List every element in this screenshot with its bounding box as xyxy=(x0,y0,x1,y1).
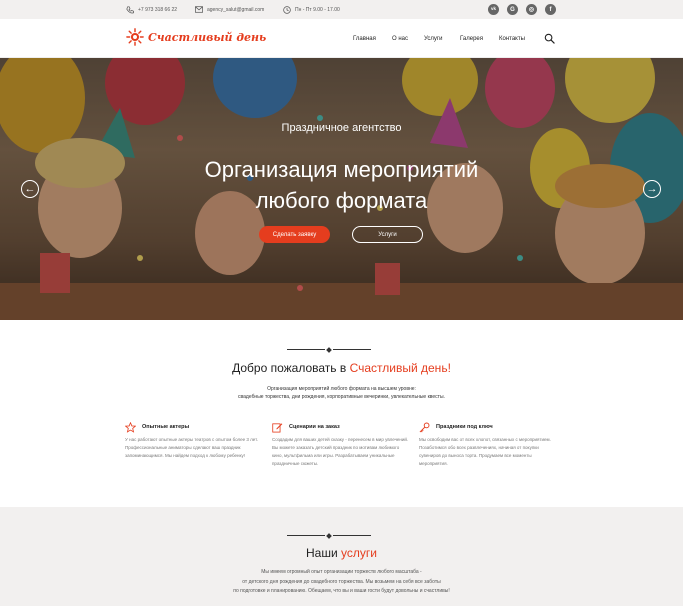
welcome-description: Организация мероприятий любого формата н… xyxy=(0,385,683,401)
hero-title-line-1: Организация мероприятий xyxy=(204,157,479,182)
section-divider xyxy=(287,346,371,353)
prev-slide-arrow-icon[interactable]: ← xyxy=(21,180,39,198)
feature-text: Мы освободим вас от всех хлопот, связанн… xyxy=(419,437,551,466)
nav-services[interactable]: Услуги xyxy=(424,19,442,58)
email-contact[interactable]: agency_salut@gmail.com xyxy=(195,0,264,19)
services-desc-line-3: по подготовке и планированию. Обещаем, ч… xyxy=(233,588,450,594)
services-button[interactable]: Услуги xyxy=(352,226,423,243)
vk-icon[interactable]: vk xyxy=(488,4,499,15)
sun-logo-icon xyxy=(126,28,144,46)
hero-subtitle: Праздничное агентство xyxy=(281,122,402,134)
services-section: Наши услуги Мы имеем огромный опыт орган… xyxy=(0,507,683,606)
section-divider xyxy=(287,532,371,539)
site-header: Счастливый день Главная О нас Услуги Гал… xyxy=(0,19,683,58)
edit-icon xyxy=(272,422,283,432)
google-plus-icon[interactable]: G xyxy=(507,4,518,15)
nav-about[interactable]: О нас xyxy=(392,19,408,58)
welcome-desc-line-1: Организация мероприятий любого формата н… xyxy=(267,386,416,392)
order-button[interactable]: Сделать заявку xyxy=(259,226,330,243)
phone-icon xyxy=(126,5,134,13)
feature-title: Сценарии на заказ xyxy=(289,424,340,430)
welcome-title: Добро пожаловать в Счастливый день! xyxy=(0,361,683,375)
feature-title: Праздники под ключ xyxy=(436,424,493,430)
feature-text: У нас работают опытные актеры театров с … xyxy=(125,437,258,458)
services-title: Наши услуги xyxy=(0,546,683,560)
welcome-desc-line-2: свадебные торжества, дни рождения, корпо… xyxy=(238,394,445,400)
instagram-icon[interactable]: ◎ xyxy=(526,4,537,15)
working-hours: Пн - Пт 9.00 - 17.00 xyxy=(283,0,340,19)
services-title-prefix: Наши xyxy=(306,546,342,560)
nav-gallery[interactable]: Галерея xyxy=(460,19,483,58)
search-icon[interactable] xyxy=(544,33,555,44)
phone-number: +7 973 318 66 22 xyxy=(138,6,178,13)
services-desc-line-2: от детского дня рождения до свадебного т… xyxy=(242,578,441,585)
logo[interactable]: Счастливый день xyxy=(126,28,266,46)
email-address: agency_salut@gmail.com xyxy=(207,6,265,13)
feature-actors: Опытные актеры У нас работают опытные ак… xyxy=(125,420,263,460)
hero-slider: Праздничное агентство Организация меропр… xyxy=(0,58,683,320)
services-desc-line-1: Мы имеем огромный опыт организации торже… xyxy=(261,569,422,575)
welcome-title-accent: Счастливый день! xyxy=(349,361,451,375)
nav-contacts[interactable]: Контакты xyxy=(499,19,525,58)
top-bar: +7 973 318 66 22 agency_salut@gmail.com … xyxy=(0,0,683,19)
services-title-accent: услуги xyxy=(341,546,377,560)
mail-icon xyxy=(195,6,203,13)
feature-scenarios: Сценарии на заказ Создадим для ваших дет… xyxy=(272,420,410,468)
hero-title: Организация мероприятий любого формата xyxy=(0,154,683,216)
phone-contact[interactable]: +7 973 318 66 22 xyxy=(126,0,177,19)
clock-icon xyxy=(283,5,291,14)
feature-turnkey: Праздники под ключ Мы освободим вас от в… xyxy=(419,420,557,468)
services-description: Мы имеем огромный опыт организации торже… xyxy=(0,568,683,597)
facebook-icon[interactable]: f xyxy=(545,4,556,15)
key-icon xyxy=(419,422,430,432)
hero-title-line-2: любого формата xyxy=(255,188,428,213)
feature-text: Создадим для ваших детей сказку - перене… xyxy=(272,437,409,466)
logo-text: Счастливый день xyxy=(148,30,267,44)
nav-home[interactable]: Главная xyxy=(353,19,376,58)
hours-text: Пн - Пт 9.00 - 17.00 xyxy=(295,6,340,13)
feature-title: Опытные актеры xyxy=(142,424,190,430)
next-slide-arrow-icon[interactable]: → xyxy=(643,180,661,198)
welcome-title-prefix: Добро пожаловать в xyxy=(232,361,350,375)
star-icon xyxy=(125,421,136,433)
